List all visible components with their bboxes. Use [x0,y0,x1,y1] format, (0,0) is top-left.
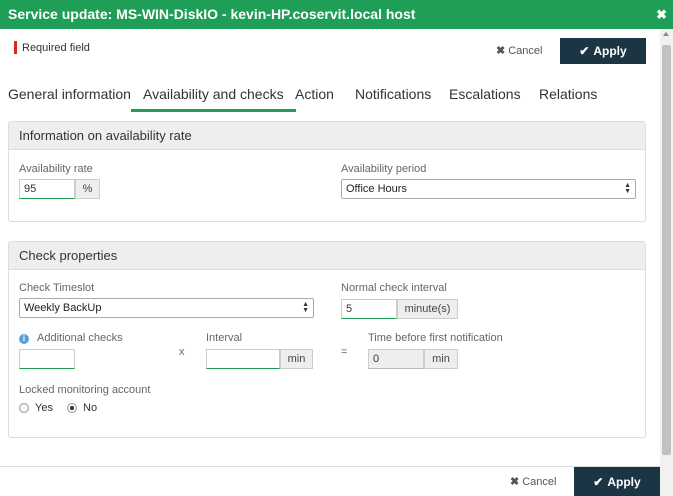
tab-action[interactable]: Action [295,86,334,102]
apply-label: Apply [607,475,641,489]
additional-checks-input[interactable] [19,349,75,369]
select-arrows-icon: ▲ ▼ [624,182,631,195]
availability-period-select[interactable]: Office Hours ▲ ▼ [341,179,636,199]
locked-yes-option[interactable]: Yes [19,402,53,414]
cancel-x-icon: ✖ [510,476,520,488]
first-notification-unit: min [424,349,458,369]
availability-period-label: Availability period [341,163,427,175]
scrollbar-thumb[interactable] [662,45,671,455]
locked-no-label: No [83,402,98,414]
tab-notifications[interactable]: Notifications [355,86,431,102]
cancel-label: Cancel [508,45,543,57]
availability-rate-input[interactable]: 95 [19,179,75,199]
dialog-title-bar: Service update: MS-WIN-DiskIO - kevin-HP… [0,0,673,29]
select-arrows-icon: ▲ ▼ [302,301,309,314]
required-field-note: Required field [14,41,90,54]
check-timeslot-label: Check Timeslot [19,282,95,294]
apply-label: Apply [593,44,627,58]
availability-rate-label: Availability rate [19,163,93,175]
interval-label: Interval [206,332,243,344]
scroll-up-arrow-icon[interactable] [663,32,669,36]
vertical-scrollbar[interactable] [660,29,673,496]
locked-no-radio[interactable] [67,403,77,413]
checkmark-icon: ✔ [579,44,590,58]
check-properties-title: Check properties [9,242,645,270]
tab-availability-and-checks[interactable]: Availability and checks [131,86,296,112]
check-properties-panel: Check properties Check Timeslot Weekly B… [8,241,646,438]
availability-panel: Information on availability rate Availab… [8,121,646,222]
info-icon[interactable]: i [19,334,29,344]
availability-rate-unit: % [75,179,100,199]
tab-bar: General information Availability and che… [0,80,660,112]
cancel-button-top[interactable]: ✖ Cancel [496,44,542,57]
availability-panel-title: Information on availability rate [9,122,645,150]
interval-unit: min [280,349,313,369]
cancel-x-icon: ✖ [496,45,506,57]
additional-checks-label: Additional checks [37,332,123,344]
checkmark-icon: ✔ [593,475,604,489]
tab-general-information[interactable]: General information [8,86,131,102]
apply-button-bottom[interactable]: ✔ Apply [574,467,660,496]
availability-period-value: Office Hours [346,183,407,195]
close-icon[interactable]: ✖ [656,7,667,23]
cancel-label: Cancel [522,476,557,488]
normal-check-interval-unit: minute(s) [397,299,458,319]
check-timeslot-select[interactable]: Weekly BackUp ▲ ▼ [19,298,314,318]
tab-escalations[interactable]: Escalations [449,86,521,102]
first-notification-label: Time before first notification [368,332,503,344]
equals-symbol: = [341,346,348,358]
dialog-title: Service update: MS-WIN-DiskIO - kevin-HP… [8,6,416,22]
locked-yes-radio[interactable] [19,403,29,413]
locked-no-option[interactable]: No [67,402,97,414]
normal-check-interval-label: Normal check interval [341,282,447,294]
first-notification-input: 0 [368,349,424,369]
normal-check-interval-input[interactable]: 5 [341,299,397,319]
locked-account-label: Locked monitoring account [19,384,151,396]
multiply-symbol: x [179,346,185,358]
apply-button-top[interactable]: ✔ Apply [560,38,646,64]
locked-yes-label: Yes [35,402,53,414]
dialog-footer: ✖ Cancel ✔ Apply [0,466,660,496]
cancel-button-bottom[interactable]: ✖ Cancel [510,475,556,488]
check-timeslot-value: Weekly BackUp [24,302,102,314]
tab-relations[interactable]: Relations [539,86,597,102]
interval-input[interactable] [206,349,280,369]
